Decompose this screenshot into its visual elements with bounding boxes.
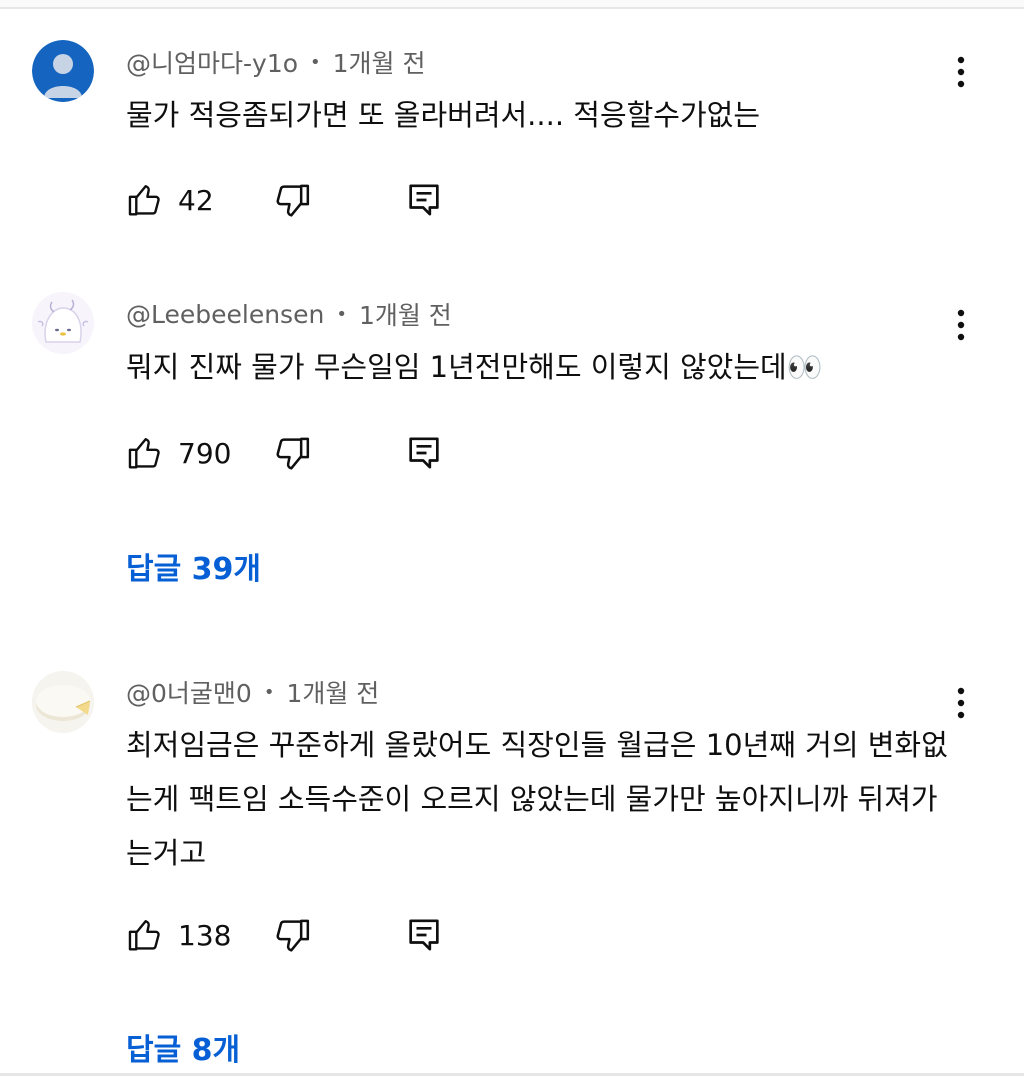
top-divider	[0, 0, 1024, 9]
more-options-button[interactable]	[946, 52, 976, 92]
comment-meta: @니엄마다-y1o • 1개월 전	[126, 44, 426, 80]
more-vert-icon	[957, 687, 965, 719]
more-vert-icon	[957, 309, 965, 341]
comment-reply-icon	[409, 919, 439, 951]
more-options-button[interactable]	[946, 305, 976, 345]
author-name[interactable]: @Leebeelensen	[126, 300, 324, 329]
comment-time[interactable]: 1개월 전	[286, 674, 379, 710]
comment-meta: @Leebeelensen • 1개월 전	[126, 296, 452, 332]
comment-reply-icon	[409, 184, 439, 216]
thumbs-down-icon	[276, 184, 310, 217]
thumbs-down-icon	[276, 919, 310, 952]
comment-text: 최저임금은 꾸준하게 올랐어도 직장인들 월급은 10년째 거의 변화없는게 팩…	[126, 728, 948, 870]
comment-time[interactable]: 1개월 전	[333, 44, 426, 80]
cheese-icon	[32, 671, 94, 733]
dislike-button[interactable]	[272, 915, 312, 955]
reply-button[interactable]	[404, 915, 444, 955]
comment-text: 물가 적응좀되가면 또 올라버려서.... 적응할수가없는	[126, 98, 761, 132]
like-count: 790	[178, 436, 232, 470]
thumbs-up-icon	[128, 438, 160, 469]
comment-meta: @0너굴맨0 • 1개월 전	[126, 674, 379, 710]
author-name[interactable]: @0너굴맨0	[126, 674, 252, 710]
separator-dot: •	[263, 681, 275, 703]
view-replies-button[interactable]: 답글 8개	[126, 1025, 240, 1069]
dislike-button[interactable]	[272, 180, 312, 220]
separator-dot: •	[336, 303, 347, 325]
more-vert-icon	[957, 56, 965, 88]
comment-text: 뭐지 진짜 물가 무슨일임 1년전만해도 이렇지 않았는데👀	[126, 350, 823, 384]
like-button[interactable]: 138	[126, 913, 231, 957]
like-count: 138	[178, 918, 232, 952]
reply-button[interactable]	[404, 433, 444, 473]
comment-actions: 138	[126, 913, 466, 957]
comment-time[interactable]: 1개월 전	[359, 296, 452, 332]
like-button[interactable]: 42	[126, 178, 214, 222]
avatar[interactable]	[32, 40, 94, 102]
author-name[interactable]: @니엄마다-y1o	[126, 44, 298, 80]
avatar[interactable]	[32, 292, 94, 354]
reply-button[interactable]	[404, 180, 444, 220]
like-count: 42	[178, 183, 214, 217]
comment-actions: 790	[126, 431, 466, 475]
dislike-button[interactable]	[272, 433, 312, 473]
thumbs-down-icon	[276, 437, 310, 470]
more-options-button[interactable]	[946, 683, 976, 723]
avatar[interactable]	[32, 671, 94, 733]
thumbs-up-icon	[128, 920, 160, 951]
view-replies-button[interactable]: 답글 39개	[126, 544, 261, 588]
comment-actions: 42	[126, 178, 466, 222]
ghost-character-icon	[32, 292, 94, 354]
default-person-icon	[32, 40, 94, 102]
thumbs-up-icon	[128, 185, 160, 216]
comment-reply-icon	[409, 437, 439, 469]
separator-dot: •	[310, 51, 321, 73]
like-button[interactable]: 790	[126, 431, 231, 475]
